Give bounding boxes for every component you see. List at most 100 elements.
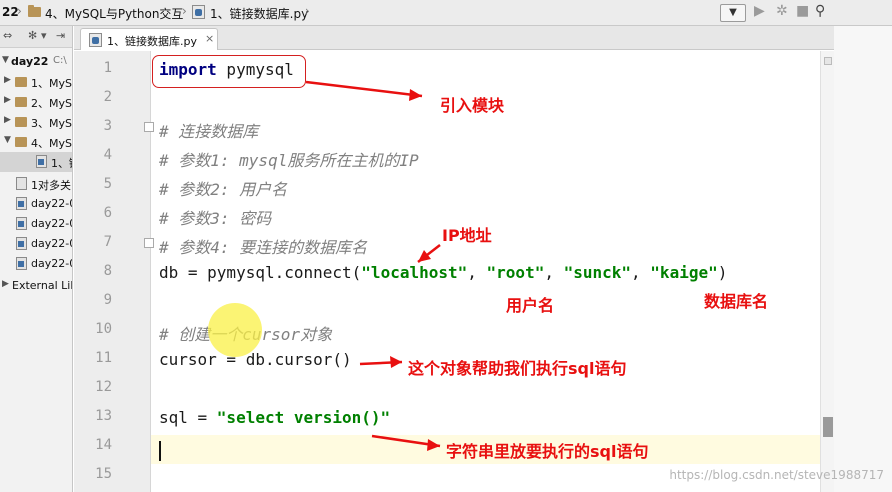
annotation-cursor-note: 这个对象帮助我们执行sql语句 xyxy=(408,359,627,378)
project-panel: ⇔ ✻ ▾ ⇥ ▼ day22 C:\ ▶ 1、MyS ▶ 2、MyS ▶ 3、… xyxy=(0,26,73,492)
tree-item-label: 1、MyS xyxy=(31,77,72,90)
debug-icon[interactable]: ✲ xyxy=(776,3,788,19)
breadcrumb-folder[interactable]: 4、MySQL与Python交互 xyxy=(45,5,183,22)
close-icon[interactable]: × xyxy=(205,32,214,45)
annotation-ip-address: IP地址 xyxy=(442,226,492,245)
tree-item-label: day22 xyxy=(11,55,49,68)
folder-icon xyxy=(15,117,27,127)
python-file-icon xyxy=(16,197,27,210)
code-line-4: # 参数1: mysql服务所在主机的IP xyxy=(159,151,419,170)
cursor-highlight-spot xyxy=(208,303,262,357)
tree-item-file[interactable]: day22-0 xyxy=(0,214,72,234)
tab-label: 1、链接数据库.py xyxy=(107,35,197,48)
code-line-11: cursor = db.cursor() xyxy=(159,350,352,369)
line-number: 11 xyxy=(95,350,112,366)
tree-item-label: 4、MyS xyxy=(31,137,72,150)
editor-right-margin[interactable] xyxy=(820,51,834,492)
string-literal: "sunck" xyxy=(563,263,632,282)
line-number: 6 xyxy=(103,205,112,221)
folder-icon xyxy=(15,77,27,87)
background-area xyxy=(834,26,892,492)
string-literal: "kaige" xyxy=(650,263,718,282)
code-line-13: sql = "select version()" xyxy=(159,408,390,427)
line-number: 8 xyxy=(103,263,112,279)
folder-icon xyxy=(15,97,27,107)
line-number: 12 xyxy=(95,379,112,395)
tree-item-label: day22-0 xyxy=(31,197,73,210)
gear-icon[interactable]: ✻ xyxy=(28,29,37,42)
python-file-icon xyxy=(16,217,27,230)
hide-panel-icon[interactable]: ⇥ xyxy=(56,29,65,42)
tree-item-file[interactable]: 1对多关 xyxy=(0,174,72,194)
editor-tab-bar: 1、链接数据库.py × xyxy=(74,26,892,50)
code-text: db = pymysql.connect( xyxy=(159,263,362,282)
text-caret xyxy=(159,441,161,461)
code-line-7: # 参数4: 要连接的数据库名 xyxy=(159,238,368,257)
search-icon[interactable]: ⚲ xyxy=(815,3,825,19)
tree-item-file[interactable]: 1、链 xyxy=(0,152,72,172)
line-number: 10 xyxy=(95,321,112,337)
tree-item-file[interactable]: day22-0 xyxy=(0,194,73,214)
fold-marker-icon[interactable] xyxy=(144,122,154,132)
string-literal: "select version()" xyxy=(216,408,391,427)
navigation-bar: 22 › 4、MySQL与Python交互 › 1、链接数据库.py › ▼ ▶… xyxy=(0,0,892,26)
tree-item-label: day22-0 xyxy=(31,237,73,250)
tree-item-label: 1对多关 xyxy=(31,179,71,192)
code-text: sql = xyxy=(159,408,217,427)
inspection-status-icon xyxy=(824,57,832,65)
breadcrumb-separator: › xyxy=(17,4,22,18)
code-text: , xyxy=(467,263,487,282)
tree-item-label: External Lib xyxy=(12,279,73,292)
tree-item-file[interactable]: day22-0 xyxy=(0,254,73,274)
fold-marker-icon[interactable] xyxy=(144,238,154,248)
tree-item-folder[interactable]: ▶ 2、MyS xyxy=(0,92,72,112)
tree-item-folder[interactable]: ▶ 3、MyS xyxy=(0,112,72,132)
tree-item-folder[interactable]: ▶ 1、MyS xyxy=(0,72,72,92)
tree-item-label: 2、MyS xyxy=(31,97,72,110)
run-icon[interactable]: ▶ xyxy=(754,3,765,19)
chevron-down-icon: ▼ xyxy=(4,135,11,145)
annotation-sql-note: 字符串里放要执行的sql语句 xyxy=(446,442,649,461)
tree-item-external-libraries[interactable]: ▶ External Lib xyxy=(0,276,73,296)
import-highlight-box xyxy=(152,55,306,88)
python-file-icon xyxy=(192,5,205,19)
tree-item-path: C:\ xyxy=(53,55,67,66)
breadcrumb-separator: › xyxy=(305,4,310,18)
dropdown-arrow-icon: ▼ xyxy=(729,7,737,18)
breadcrumb-file[interactable]: 1、链接数据库.py xyxy=(210,5,308,22)
line-number: 3 xyxy=(103,118,112,134)
file-icon xyxy=(16,177,27,190)
line-number: 4 xyxy=(103,147,112,163)
annotation-database-name: 数据库名 xyxy=(704,292,769,311)
python-file-icon xyxy=(16,257,27,270)
code-line-6: # 参数3: 密码 xyxy=(159,209,272,228)
run-config-dropdown[interactable]: ▼ xyxy=(720,4,746,22)
tree-item-label: day22-0 xyxy=(31,257,73,270)
breadcrumb-separator: › xyxy=(182,4,187,18)
collapse-icon[interactable]: ⇔ xyxy=(3,29,12,42)
tree-item-folder[interactable]: ▼ 4、MyS xyxy=(0,132,72,152)
tree-item-label: 1、链 xyxy=(51,157,72,170)
line-number: 15 xyxy=(95,466,112,482)
line-number: 13 xyxy=(95,408,112,424)
editor-tab[interactable]: 1、链接数据库.py × xyxy=(80,28,218,50)
line-number: 1 xyxy=(103,60,112,76)
scroll-marker[interactable] xyxy=(823,417,833,437)
chevron-right-icon: ▶ xyxy=(4,115,11,125)
code-line-5: # 参数2: 用户名 xyxy=(159,180,288,199)
code-line-8: db = pymysql.connect("localhost", "root"… xyxy=(159,263,727,282)
annotation-import-module: 引入模块 xyxy=(440,96,505,115)
folder-icon xyxy=(15,137,27,147)
tree-item-root[interactable]: ▼ day22 C:\ xyxy=(0,52,72,72)
folder-icon xyxy=(28,5,41,17)
annotation-username: 用户名 xyxy=(506,296,555,315)
stop-icon[interactable]: ■ xyxy=(796,3,809,19)
tree-item-file[interactable]: day22-0 xyxy=(0,234,73,254)
chevron-down-icon[interactable]: ▾ xyxy=(41,29,47,42)
chevron-right-icon: ▶ xyxy=(2,279,9,289)
code-text: ) xyxy=(717,263,728,282)
chevron-down-icon: ▼ xyxy=(2,55,9,65)
string-literal: "localhost" xyxy=(361,263,468,282)
watermark: https://blog.csdn.net/steve1988717 xyxy=(669,468,884,482)
code-line-3: # 连接数据库 xyxy=(159,122,259,141)
